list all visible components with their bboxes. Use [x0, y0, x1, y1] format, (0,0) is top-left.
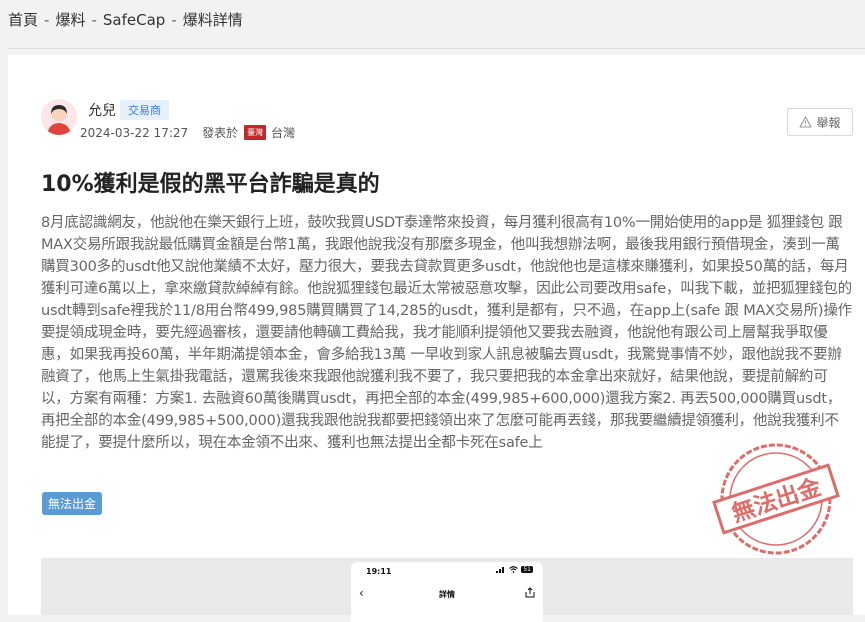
wifi-icon [509, 566, 519, 573]
tag-no-withdrawal[interactable]: 無法出金 [42, 492, 103, 515]
post-country: 台灣 [271, 126, 296, 140]
phone-screenshot: 19:11 51 ‹ 詳情 [351, 562, 543, 622]
author-name[interactable]: 允兒 [88, 100, 116, 120]
breadcrumb-home[interactable]: 首頁 [8, 11, 38, 29]
phone-time: 19:11 [366, 567, 392, 576]
post-body: 8月底認識網友，他說他在樂天銀行上班，鼓吹我買USDT泰達幣來投資，每月獲利很高… [41, 215, 852, 451]
post-meta: 2024-03-22 17:27 發表於 臺灣 台灣 [80, 124, 295, 141]
header-divider [8, 48, 865, 49]
breadcrumb-separator: - [91, 11, 97, 29]
report-button[interactable]: 舉報 [787, 108, 853, 136]
breadcrumb-platform[interactable]: SafeCap [103, 11, 165, 29]
role-badge: 交易商 [120, 100, 169, 120]
warning-icon [799, 116, 813, 128]
phone-page-title: 詳情 [439, 590, 455, 599]
avatar[interactable] [41, 99, 77, 135]
breadcrumb-current: 爆料詳情 [182, 11, 243, 29]
post-date: 2024-03-22 17:27 [80, 125, 189, 140]
posted-in-label: 發表於 [202, 126, 239, 140]
attached-screenshot[interactable]: 19:11 51 ‹ 詳情 [41, 558, 853, 622]
share-icon [525, 587, 535, 598]
breadcrumb: 首頁 - 爆料 - SafeCap - 爆料詳情 [8, 9, 243, 30]
phone-status-bar: 51 [496, 566, 533, 573]
post-card: 允兒 交易商 2024-03-22 17:27 發表於 臺灣 台灣 舉報 10%… [8, 55, 865, 622]
breadcrumb-separator: - [171, 11, 177, 29]
breadcrumb-separator: - [44, 11, 50, 29]
post-title: 10%獲利是假的黑平台詐騙是真的 [41, 172, 380, 197]
taiwan-flag-icon: 臺灣 [244, 125, 267, 140]
breadcrumb-exposure[interactable]: 爆料 [55, 11, 85, 29]
user-avatar-icon [41, 99, 77, 135]
report-label: 舉報 [816, 115, 841, 130]
signal-icon [496, 567, 505, 573]
stamp-seal: 無法出金 [712, 443, 840, 555]
battery-icon: 51 [521, 566, 533, 573]
